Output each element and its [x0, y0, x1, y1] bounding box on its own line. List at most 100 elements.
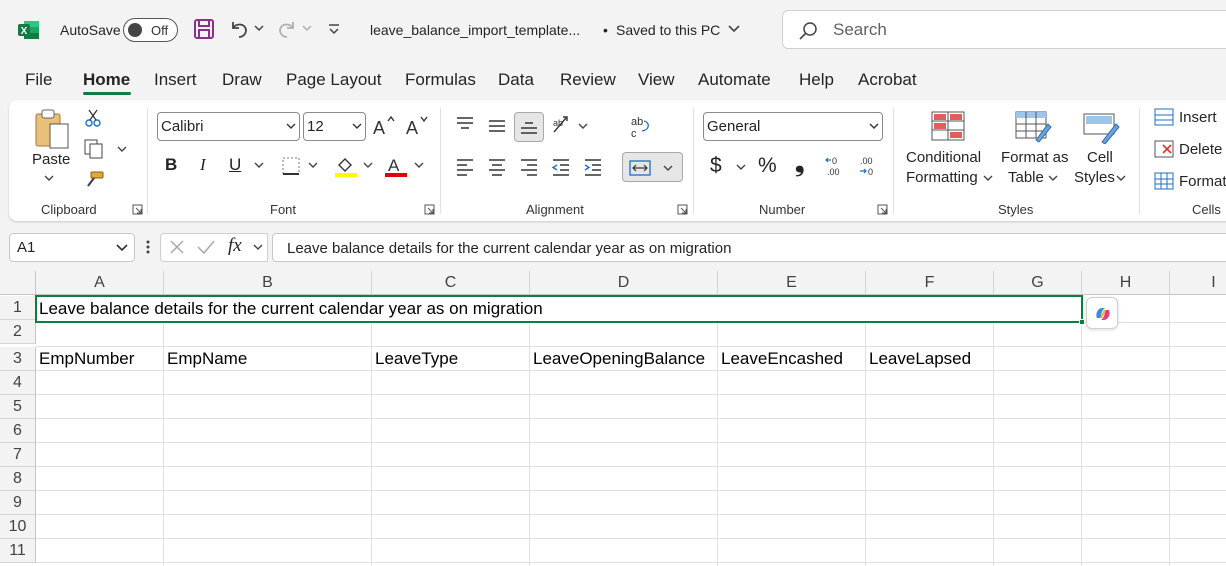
tab-data[interactable]: Data	[498, 70, 534, 90]
format-painter-icon[interactable]	[83, 170, 105, 190]
format-as-table-icon[interactable]	[1014, 110, 1052, 144]
row-header-9[interactable]: 9	[0, 491, 36, 515]
cell-b3[interactable]: EmpName	[167, 347, 247, 371]
merge-center-button[interactable]	[622, 152, 683, 182]
insert-cells-icon[interactable]	[1154, 108, 1174, 126]
cancel-icon[interactable]	[168, 238, 186, 256]
customize-toolbar-icon[interactable]	[327, 22, 341, 36]
insert-cells-label[interactable]: Insert	[1179, 108, 1217, 128]
align-center-icon[interactable]	[487, 158, 507, 176]
save-status-chevron-icon[interactable]	[728, 25, 740, 33]
cut-icon[interactable]	[83, 108, 103, 128]
top-align-icon[interactable]	[455, 116, 475, 132]
row-header-4[interactable]: 4	[0, 371, 36, 395]
enter-check-icon[interactable]	[196, 238, 216, 256]
tab-page-layout[interactable]: Page Layout	[286, 70, 381, 90]
row-header-10[interactable]: 10	[0, 515, 36, 539]
tab-home[interactable]: Home	[83, 70, 130, 90]
decrease-decimal-icon[interactable]: .00 0	[856, 154, 882, 178]
middle-align-icon[interactable]	[487, 118, 507, 134]
bottom-align-button[interactable]	[514, 112, 544, 142]
row-header-6[interactable]: 6	[0, 419, 36, 443]
row-header-7[interactable]: 7	[0, 443, 36, 467]
column-header-d[interactable]: D	[530, 271, 718, 295]
delete-cells-label[interactable]: Delete	[1179, 140, 1222, 160]
cell-styles-chevron-icon[interactable]	[1116, 174, 1126, 182]
cell-d3[interactable]: LeaveOpeningBalance	[533, 347, 705, 371]
borders-icon[interactable]	[281, 156, 301, 176]
format-cells-icon[interactable]	[1154, 172, 1174, 190]
conditional-formatting-label[interactable]: Conditional	[906, 148, 981, 168]
currency-button[interactable]: $	[710, 154, 722, 178]
font-family-select[interactable]: Calibri	[157, 112, 300, 141]
column-header-a[interactable]: A	[36, 271, 164, 295]
function-dropdown-icon[interactable]	[253, 243, 263, 251]
fill-color-dropdown-icon[interactable]	[363, 161, 373, 169]
tab-help[interactable]: Help	[799, 70, 834, 90]
format-as-table-chevron-icon[interactable]	[1048, 174, 1058, 182]
copy-dropdown-icon[interactable]	[117, 145, 127, 153]
fill-color-icon[interactable]	[334, 154, 358, 178]
copy-icon[interactable]	[83, 138, 105, 160]
save-icon[interactable]	[193, 18, 215, 40]
tab-view[interactable]: View	[638, 70, 675, 90]
undo-dropdown-icon[interactable]	[254, 24, 264, 32]
format-as-table-label-2[interactable]: Table	[1008, 168, 1044, 188]
orientation-icon[interactable]: ab	[551, 114, 575, 136]
tab-review[interactable]: Review	[560, 70, 616, 90]
align-right-icon[interactable]	[519, 158, 539, 176]
comma-style-button[interactable]: ❟	[795, 150, 804, 178]
delete-cells-icon[interactable]	[1154, 140, 1174, 158]
paste-chevron-icon[interactable]	[44, 174, 54, 182]
column-header-e[interactable]: E	[718, 271, 866, 295]
clipboard-launcher-icon[interactable]	[132, 204, 143, 215]
row-header-5[interactable]: 5	[0, 395, 36, 419]
search-box[interactable]: Search	[782, 10, 1226, 49]
more-options-icon[interactable]	[145, 239, 151, 255]
tab-draw[interactable]: Draw	[222, 70, 262, 90]
autosave-toggle[interactable]: Off	[123, 18, 178, 42]
bold-button[interactable]: B	[165, 155, 177, 175]
save-status[interactable]: Saved to this PC	[616, 22, 720, 38]
tab-automate[interactable]: Automate	[698, 70, 771, 90]
name-box[interactable]: A1	[9, 233, 135, 262]
cell-e3[interactable]: LeaveEncashed	[721, 347, 843, 371]
underline-button[interactable]: U	[229, 155, 241, 175]
cell-a1[interactable]: Leave balance details for the current ca…	[39, 297, 543, 321]
row-header-2[interactable]: 2	[0, 320, 36, 344]
alignment-launcher-icon[interactable]	[677, 204, 688, 215]
file-name[interactable]: leave_balance_import_template...	[370, 22, 580, 38]
select-all-corner[interactable]	[0, 271, 36, 295]
cell-f3[interactable]: LeaveLapsed	[869, 347, 971, 371]
underline-dropdown-icon[interactable]	[254, 161, 264, 169]
row-header-11[interactable]: 11	[0, 539, 36, 563]
format-cells-label[interactable]: Format	[1179, 172, 1226, 192]
fill-handle[interactable]	[1079, 319, 1085, 325]
column-header-f[interactable]: F	[866, 271, 994, 295]
format-as-table-label[interactable]: Format as	[1001, 148, 1069, 168]
redo-icon[interactable]	[276, 18, 298, 40]
increase-indent-icon[interactable]	[583, 158, 603, 176]
orientation-dropdown-icon[interactable]	[578, 122, 588, 130]
redo-dropdown-icon[interactable]	[302, 24, 312, 32]
wrap-text-icon[interactable]: ab c	[628, 114, 652, 140]
undo-icon[interactable]	[228, 18, 250, 40]
decrease-font-size-icon[interactable]: A	[405, 114, 429, 138]
font-color-icon[interactable]: A	[384, 154, 408, 178]
tab-acrobat[interactable]: Acrobat	[858, 70, 917, 90]
copilot-button[interactable]	[1086, 297, 1118, 329]
row-header-8[interactable]: 8	[0, 467, 36, 491]
cell-a3[interactable]: EmpNumber	[39, 347, 134, 371]
cell-c3[interactable]: LeaveType	[375, 347, 458, 371]
decrease-indent-icon[interactable]	[551, 158, 571, 176]
borders-dropdown-icon[interactable]	[308, 161, 318, 169]
column-header-h[interactable]: H	[1082, 271, 1170, 295]
conditional-formatting-chevron-icon[interactable]	[983, 174, 993, 182]
conditional-formatting-icon[interactable]	[930, 110, 966, 142]
currency-dropdown-icon[interactable]	[736, 163, 746, 171]
tab-file[interactable]: File	[25, 70, 52, 90]
font-size-select[interactable]: 12	[303, 112, 366, 141]
cell-styles-icon[interactable]	[1082, 110, 1120, 144]
font-color-dropdown-icon[interactable]	[414, 161, 424, 169]
increase-font-size-icon[interactable]: A	[372, 114, 396, 138]
